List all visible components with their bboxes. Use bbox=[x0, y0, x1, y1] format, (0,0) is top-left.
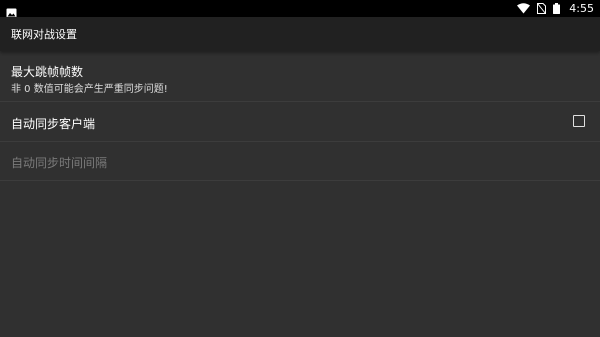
toolbar: 联网对战设置 bbox=[0, 17, 600, 51]
page-title: 联网对战设置 bbox=[11, 28, 77, 41]
preference-list: 最大跳帧帧数 非 0 数值可能会产生严重同步问题! 自动同步客户端 自动同步时间… bbox=[0, 51, 600, 181]
image-icon bbox=[6, 3, 17, 18]
pref-max-frame-skip[interactable]: 最大跳帧帧数 非 0 数值可能会产生严重同步问题! bbox=[0, 51, 600, 102]
no-sim-icon bbox=[537, 0, 547, 18]
battery-icon bbox=[553, 0, 561, 18]
pref-title: 最大跳帧帧数 bbox=[11, 65, 84, 79]
pref-title: 自动同步时间间隔 bbox=[11, 156, 108, 170]
auto-sync-checkbox[interactable] bbox=[573, 115, 585, 127]
status-time: 4:55 bbox=[569, 2, 594, 15]
status-bar: 4:55 bbox=[0, 0, 600, 18]
pref-auto-sync-interval: 自动同步时间间隔 bbox=[0, 142, 600, 181]
wifi-icon bbox=[517, 0, 531, 18]
pref-summary: 非 0 数值可能会产生严重同步问题! bbox=[11, 84, 168, 95]
pref-auto-sync-client[interactable]: 自动同步客户端 bbox=[0, 102, 600, 142]
pref-title: 自动同步客户端 bbox=[11, 117, 96, 131]
